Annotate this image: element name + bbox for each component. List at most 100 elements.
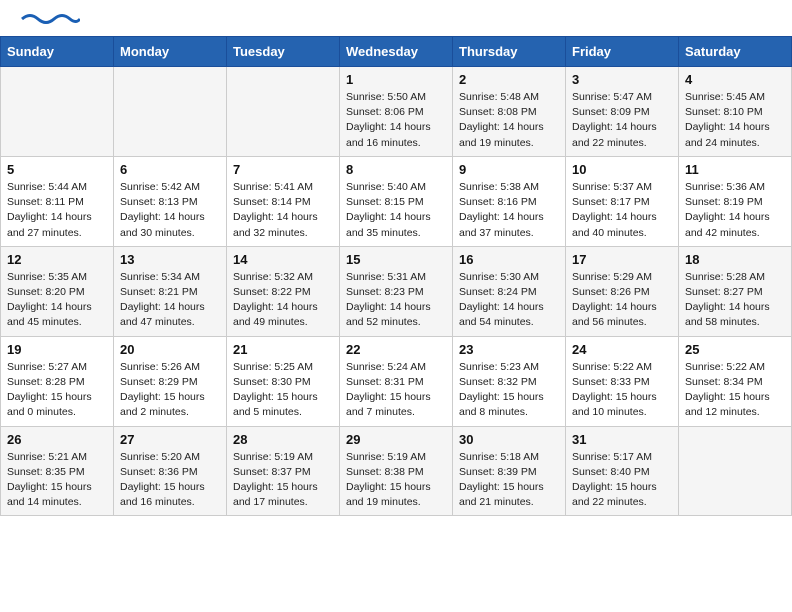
day-number: 5: [7, 162, 107, 177]
calendar-cell: 13Sunrise: 5:34 AMSunset: 8:21 PMDayligh…: [114, 246, 227, 336]
calendar-cell: 26 Sunrise: 5:21 AMSunset: 8:35 PMDayligh…: [1, 426, 114, 516]
logo: [20, 14, 80, 28]
day-info: Sunrise: 5:19 AMSunset: 8:37 PMDaylight:…: [233, 450, 333, 511]
day-info: Sunrise: 5:22 AMSunset: 8:34 PMDaylight:…: [685, 360, 785, 421]
day-number: 15: [346, 252, 446, 267]
day-info: Sunrise: 5:28 AMSunset: 8:27 PMDaylight:…: [685, 270, 785, 331]
day-number: 20: [120, 342, 220, 357]
day-info: Sunrise: 5:26 AMSunset: 8:29 PMDaylight:…: [120, 360, 220, 421]
day-info: Sunrise: 5:45 AMSunset: 8:10 PMDaylight:…: [685, 90, 785, 151]
day-number: 31: [572, 432, 672, 447]
day-number: 1: [346, 72, 446, 87]
calendar-cell: 9 Sunrise: 5:38 AMSunset: 8:16 PMDaylight…: [453, 156, 566, 246]
day-info: Sunrise: 5:29 AMSunset: 8:26 PMDaylight:…: [572, 270, 672, 331]
day-number: 29: [346, 432, 446, 447]
day-info: Sunrise: 5:41 AMSunset: 8:14 PMDaylight:…: [233, 180, 333, 241]
day-number: 3: [572, 72, 672, 87]
day-number: 10: [572, 162, 672, 177]
day-number: 22: [346, 342, 446, 357]
calendar-cell: 5 Sunrise: 5:44 AMSunset: 8:11 PMDaylight…: [1, 156, 114, 246]
calendar-cell: 12 Sunrise: 5:35 AMSunset: 8:20 PMDayligh…: [1, 246, 114, 336]
day-info: Sunrise: 5:37 AMSunset: 8:17 PMDaylight:…: [572, 180, 672, 241]
day-number: 30: [459, 432, 559, 447]
day-number: 4: [685, 72, 785, 87]
calendar-cell: 18 Sunrise: 5:28 AMSunset: 8:27 PMDayligh…: [679, 246, 792, 336]
calendar-cell: 27 Sunrise: 5:20 AMSunset: 8:36 PMDayligh…: [114, 426, 227, 516]
calendar-cell: 31 Sunrise: 5:17 AMSunset: 8:40 PMDayligh…: [566, 426, 679, 516]
day-number: 7: [233, 162, 333, 177]
day-header-monday: Monday: [114, 37, 227, 67]
day-info: Sunrise: 5:25 AMSunset: 8:30 PMDaylight:…: [233, 360, 333, 421]
day-number: 11: [685, 162, 785, 177]
calendar-week-row: 26 Sunrise: 5:21 AMSunset: 8:35 PMDayligh…: [1, 426, 792, 516]
day-info: Sunrise: 5:22 AMSunset: 8:33 PMDaylight:…: [572, 360, 672, 421]
calendar-cell: [227, 67, 340, 157]
day-info: Sunrise: 5:23 AMSunset: 8:32 PMDaylight:…: [459, 360, 559, 421]
day-info: Sunrise: 5:50 AMSunset: 8:06 PMDaylight:…: [346, 90, 446, 151]
calendar-cell: 22 Sunrise: 5:24 AMSunset: 8:31 PMDayligh…: [340, 336, 453, 426]
day-number: 16: [459, 252, 559, 267]
day-info: Sunrise: 5:30 AMSunset: 8:24 PMDaylight:…: [459, 270, 559, 331]
day-info: Sunrise: 5:31 AMSunset: 8:23 PMDaylight:…: [346, 270, 446, 331]
day-number: 8: [346, 162, 446, 177]
day-info: Sunrise: 5:24 AMSunset: 8:31 PMDaylight:…: [346, 360, 446, 421]
day-number: 19: [7, 342, 107, 357]
calendar-cell: 3Sunrise: 5:47 AMSunset: 8:09 PMDaylight…: [566, 67, 679, 157]
page-header: [0, 0, 792, 36]
day-info: Sunrise: 5:40 AMSunset: 8:15 PMDaylight:…: [346, 180, 446, 241]
day-header-wednesday: Wednesday: [340, 37, 453, 67]
day-info: Sunrise: 5:20 AMSunset: 8:36 PMDaylight:…: [120, 450, 220, 511]
calendar-cell: 7 Sunrise: 5:41 AMSunset: 8:14 PMDaylight…: [227, 156, 340, 246]
day-header-friday: Friday: [566, 37, 679, 67]
calendar-cell: 28 Sunrise: 5:19 AMSunset: 8:37 PMDayligh…: [227, 426, 340, 516]
day-number: 2: [459, 72, 559, 87]
day-info: Sunrise: 5:18 AMSunset: 8:39 PMDaylight:…: [459, 450, 559, 511]
day-number: 13: [120, 252, 220, 267]
day-number: 26: [7, 432, 107, 447]
day-info: Sunrise: 5:48 AMSunset: 8:08 PMDaylight:…: [459, 90, 559, 151]
day-info: Sunrise: 5:19 AMSunset: 8:38 PMDaylight:…: [346, 450, 446, 511]
day-number: 25: [685, 342, 785, 357]
calendar-cell: 8 Sunrise: 5:40 AMSunset: 8:15 PMDaylight…: [340, 156, 453, 246]
day-info: Sunrise: 5:21 AMSunset: 8:35 PMDaylight:…: [7, 450, 107, 511]
day-info: Sunrise: 5:44 AMSunset: 8:11 PMDaylight:…: [7, 180, 107, 241]
calendar-cell: 16 Sunrise: 5:30 AMSunset: 8:24 PMDayligh…: [453, 246, 566, 336]
calendar-cell: 21 Sunrise: 5:25 AMSunset: 8:30 PMDayligh…: [227, 336, 340, 426]
day-info: Sunrise: 5:36 AMSunset: 8:19 PMDaylight:…: [685, 180, 785, 241]
calendar-week-row: 1 Sunrise: 5:50 AMSunset: 8:06 PMDaylight…: [1, 67, 792, 157]
day-number: 14: [233, 252, 333, 267]
day-number: 23: [459, 342, 559, 357]
calendar-cell: 29 Sunrise: 5:19 AMSunset: 8:38 PMDayligh…: [340, 426, 453, 516]
calendar-cell: 4 Sunrise: 5:45 AMSunset: 8:10 PMDaylight…: [679, 67, 792, 157]
day-info: Sunrise: 5:42 AMSunset: 8:13 PMDaylight:…: [120, 180, 220, 241]
day-info: Sunrise: 5:17 AMSunset: 8:40 PMDaylight:…: [572, 450, 672, 511]
calendar-cell: 17Sunrise: 5:29 AMSunset: 8:26 PMDayligh…: [566, 246, 679, 336]
day-number: 27: [120, 432, 220, 447]
day-number: 9: [459, 162, 559, 177]
calendar-cell: 23 Sunrise: 5:23 AMSunset: 8:32 PMDayligh…: [453, 336, 566, 426]
day-number: 28: [233, 432, 333, 447]
calendar-cell: 25 Sunrise: 5:22 AMSunset: 8:34 PMDayligh…: [679, 336, 792, 426]
day-header-thursday: Thursday: [453, 37, 566, 67]
calendar-cell: [114, 67, 227, 157]
day-number: 21: [233, 342, 333, 357]
day-info: Sunrise: 5:27 AMSunset: 8:28 PMDaylight:…: [7, 360, 107, 421]
day-header-sunday: Sunday: [1, 37, 114, 67]
calendar-cell: 1 Sunrise: 5:50 AMSunset: 8:06 PMDaylight…: [340, 67, 453, 157]
calendar-cell: 20 Sunrise: 5:26 AMSunset: 8:29 PMDayligh…: [114, 336, 227, 426]
day-number: 6: [120, 162, 220, 177]
day-number: 18: [685, 252, 785, 267]
day-header-tuesday: Tuesday: [227, 37, 340, 67]
calendar-cell: 24 Sunrise: 5:22 AMSunset: 8:33 PMDayligh…: [566, 336, 679, 426]
day-info: Sunrise: 5:38 AMSunset: 8:16 PMDaylight:…: [459, 180, 559, 241]
calendar-cell: 19 Sunrise: 5:27 AMSunset: 8:28 PMDayligh…: [1, 336, 114, 426]
day-number: 24: [572, 342, 672, 357]
calendar-week-row: 19 Sunrise: 5:27 AMSunset: 8:28 PMDayligh…: [1, 336, 792, 426]
logo-wave-icon: [20, 10, 80, 28]
calendar-header-row: SundayMondayTuesdayWednesdayThursdayFrid…: [1, 37, 792, 67]
calendar-cell: 10 Sunrise: 5:37 AMSunset: 8:17 PMDayligh…: [566, 156, 679, 246]
calendar-cell: [679, 426, 792, 516]
day-number: 12: [7, 252, 107, 267]
calendar-cell: 30 Sunrise: 5:18 AMSunset: 8:39 PMDayligh…: [453, 426, 566, 516]
day-info: Sunrise: 5:35 AMSunset: 8:20 PMDaylight:…: [7, 270, 107, 331]
